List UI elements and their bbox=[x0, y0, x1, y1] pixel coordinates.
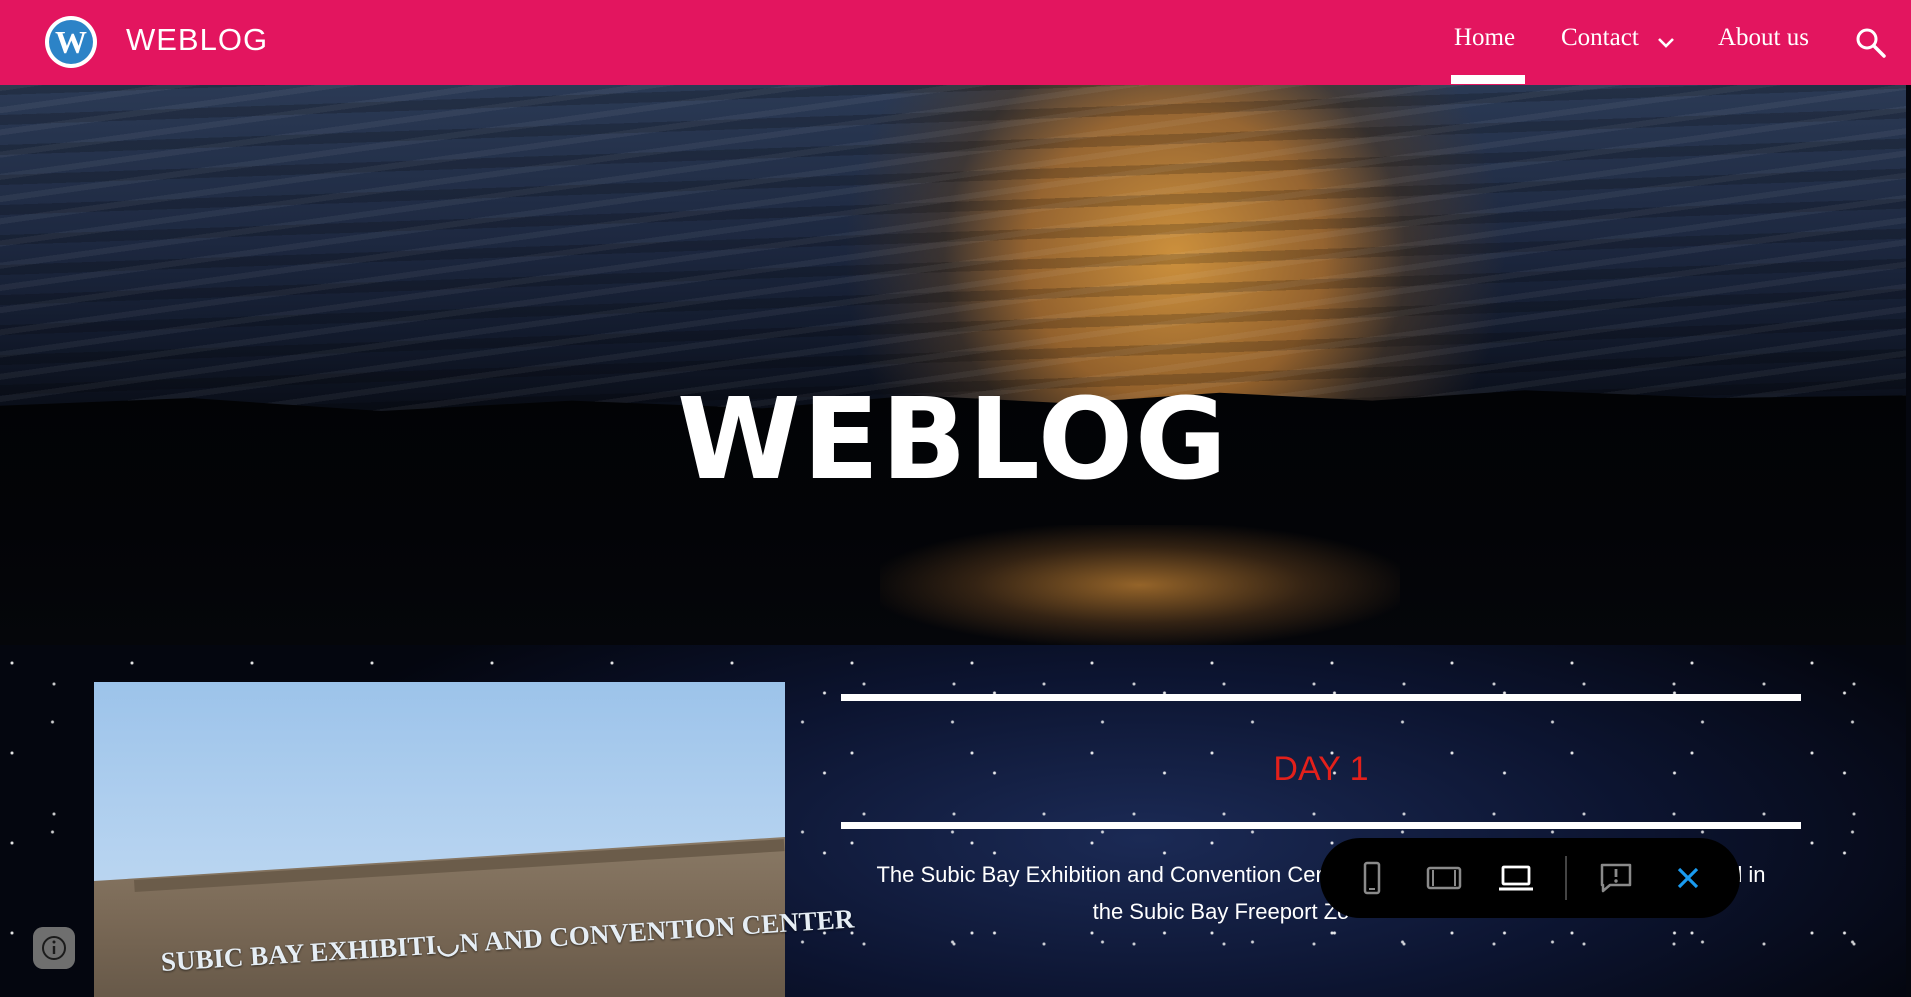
divider-bottom bbox=[841, 822, 1801, 829]
nav-item-about-us[interactable]: About us bbox=[1718, 24, 1809, 52]
tablet-view-icon[interactable] bbox=[1424, 858, 1464, 898]
hero-clouds bbox=[0, 85, 1906, 415]
wordpress-logo-icon[interactable]: W bbox=[44, 15, 98, 69]
svg-text:W: W bbox=[55, 24, 87, 60]
post-heading: DAY 1 bbox=[1273, 750, 1369, 788]
site-header: W WEBLOG Home Contact About us bbox=[0, 0, 1911, 85]
info-icon[interactable] bbox=[33, 927, 75, 969]
divider-top bbox=[841, 694, 1801, 701]
hero-moon-reflection bbox=[880, 525, 1400, 645]
post-body-line1: The Subic Bay Exhibition and Convention … bbox=[876, 862, 1323, 887]
post-section: SUBIC BAY EXHIBITI◡N AND CONVENTION CENT… bbox=[0, 645, 1906, 997]
report-icon[interactable] bbox=[1596, 858, 1636, 898]
laptop-view-icon[interactable] bbox=[1496, 858, 1536, 898]
post-body-line2: the Subic Bay Freeport Zo bbox=[1092, 899, 1350, 924]
preview-device-toolbar bbox=[1320, 838, 1740, 918]
nav-item-contact[interactable]: Contact bbox=[1561, 24, 1639, 52]
chevron-down-icon[interactable] bbox=[1656, 33, 1676, 53]
nav-active-indicator bbox=[1451, 75, 1525, 84]
toolbar-divider bbox=[1565, 856, 1567, 900]
search-icon[interactable] bbox=[1854, 26, 1888, 60]
hero-title: WEBLOG bbox=[677, 375, 1229, 505]
site-title[interactable]: WEBLOG bbox=[126, 22, 268, 58]
close-icon[interactable] bbox=[1668, 858, 1708, 898]
phone-view-icon[interactable] bbox=[1352, 858, 1392, 898]
hero-banner: WEBLOG bbox=[0, 85, 1906, 645]
nav-item-home[interactable]: Home bbox=[1454, 24, 1515, 52]
